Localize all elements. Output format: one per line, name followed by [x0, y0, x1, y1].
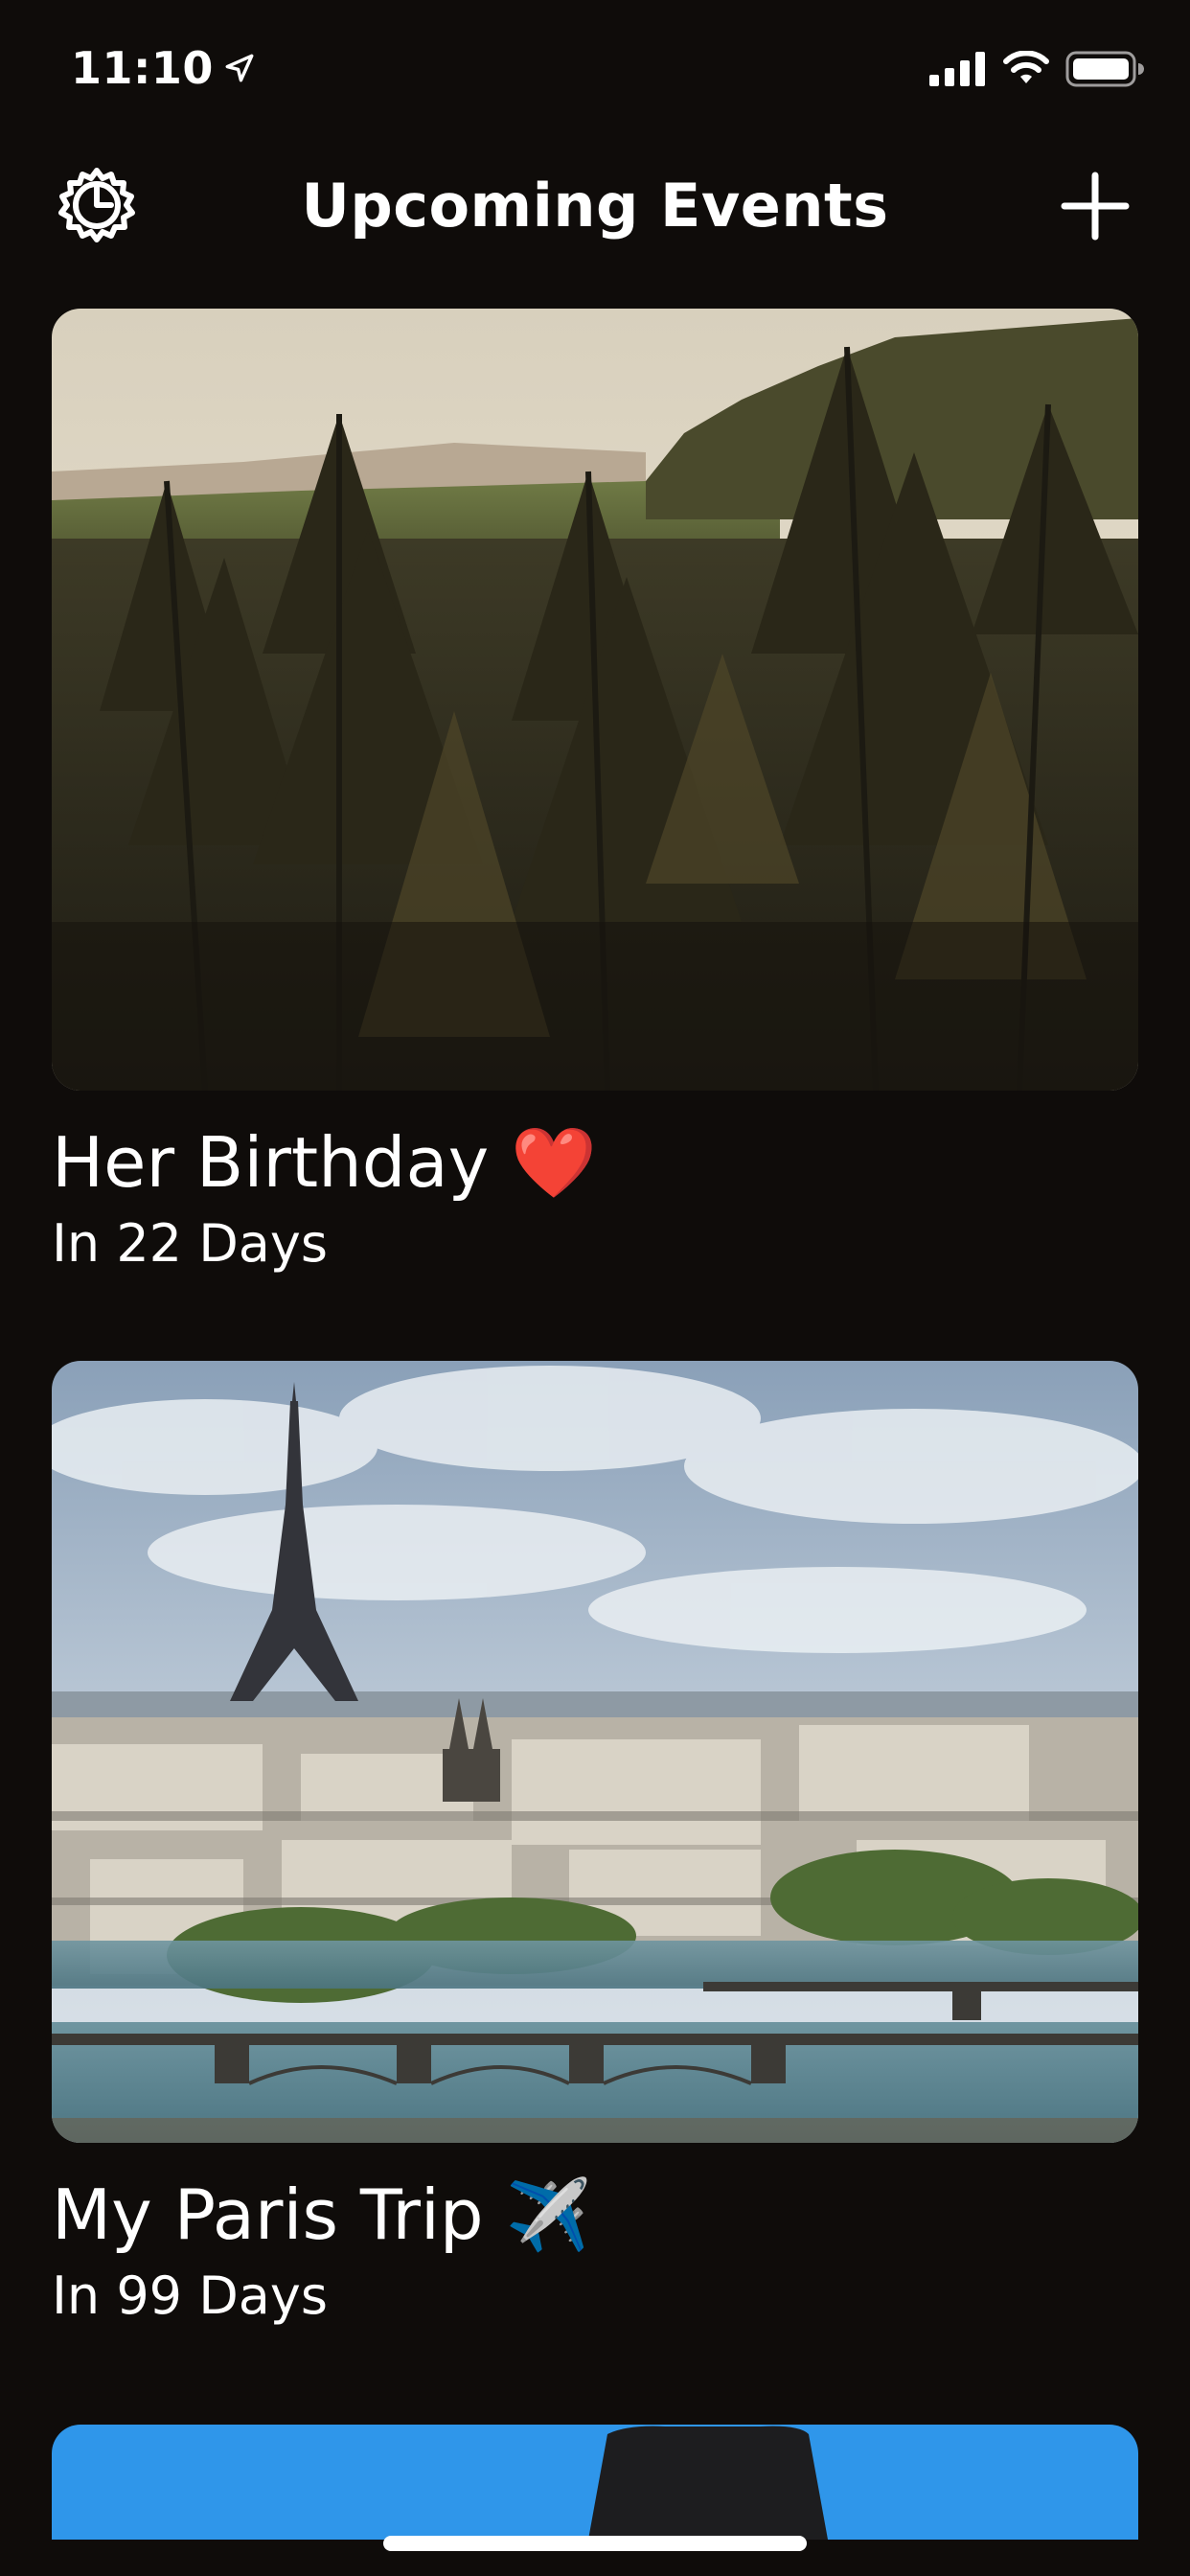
wifi-icon: [1003, 51, 1049, 83]
status-icons: [929, 50, 1144, 88]
battery-icon: [1065, 51, 1144, 87]
location-arrow-icon: [225, 54, 254, 82]
status-time-text: 11:10: [71, 42, 214, 94]
event-card-paris-trip[interactable]: My Paris Trip ✈️ In 99 Days: [52, 1361, 1138, 2331]
status-bar: 11:10: [0, 0, 1190, 134]
home-indicator[interactable]: [383, 2536, 807, 2551]
plus-icon: [1061, 172, 1130, 241]
nav-bar: Upcoming Events: [0, 153, 1190, 259]
event-card-birthday[interactable]: Her Birthday ❤️ In 22 Days: [52, 309, 1138, 1278]
partial-event-photo: [588, 2426, 828, 2540]
cellular-signal-icon: [929, 52, 985, 86]
add-event-button[interactable]: [1054, 165, 1136, 247]
event-countdown: In 99 Days: [52, 2266, 328, 2326]
paris-eiffel-tower-photo: [52, 1361, 1138, 2143]
page-title: Upcoming Events: [301, 171, 889, 241]
event-list: Her Birthday ❤️ In 22 Days My Paris Trip…: [52, 309, 1138, 2413]
event-title: My Paris Trip ✈️: [52, 2174, 592, 2255]
event-card-partial[interactable]: [52, 2425, 1138, 2540]
event-title: Her Birthday ❤️: [52, 1122, 597, 1203]
event-countdown: In 22 Days: [52, 1213, 328, 1274]
status-time: 11:10: [71, 42, 256, 94]
forest-landscape-photo: [52, 309, 1138, 1091]
